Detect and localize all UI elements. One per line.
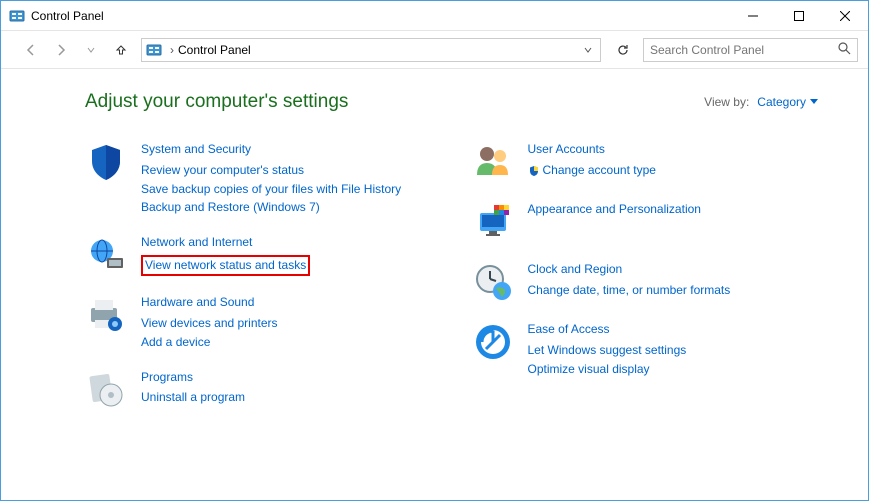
task-link[interactable]: Optimize visual display [528,361,687,378]
task-link[interactable]: Review your computer's status [141,162,401,179]
task-link[interactable]: View devices and printers [141,315,278,332]
task-link[interactable]: Backup and Restore (Windows 7) [141,199,401,216]
category-link[interactable]: Network and Internet [141,234,310,251]
task-link[interactable]: View network status and tasks [145,257,306,274]
chevron-down-icon[interactable] [584,43,592,57]
category-link[interactable]: System and Security [141,141,401,158]
task-link[interactable]: Let Windows suggest settings [528,342,687,359]
control-panel-window: Control Panel › Control Panel [0,0,869,501]
category-link[interactable]: User Accounts [528,141,656,158]
breadcrumb[interactable]: Control Panel [178,43,251,57]
viewby-dropdown[interactable]: Category [757,95,818,109]
people-icon [472,141,514,183]
viewby-label: View by: [704,95,749,109]
search-icon[interactable] [838,42,851,58]
category-hardware-sound: Hardware and Sound View devices and prin… [85,294,432,350]
recent-dropdown[interactable] [79,38,103,62]
titlebar: Control Panel [1,1,868,31]
highlighted-link: View network status and tasks [141,255,310,276]
forward-button[interactable] [49,38,73,62]
monitor-swatch-icon [472,201,514,243]
task-link[interactable]: Add a device [141,334,278,351]
ease-of-access-icon [472,321,514,363]
close-button[interactable] [822,1,868,30]
page-title: Adjust your computer's settings [85,91,704,113]
category-link[interactable]: Ease of Access [528,321,687,338]
category-user-accounts: User Accounts Change account type [472,141,819,183]
search-box[interactable] [643,38,858,62]
category-link[interactable]: Appearance and Personalization [528,201,701,218]
chevron-right-icon[interactable]: › [170,43,174,57]
uac-shield-icon [528,165,540,177]
left-column: System and Security Review your computer… [85,141,432,411]
content-area: Adjust your computer's settings View by:… [1,69,868,500]
category-ease-of-access: Ease of Access Let Windows suggest setti… [472,321,819,377]
category-network-internet: Network and Internet View network status… [85,234,432,276]
control-panel-icon [146,42,162,58]
task-link[interactable]: Save backup copies of your files with Fi… [141,181,401,198]
clock-globe-icon [472,261,514,303]
toolbar: › Control Panel [1,31,868,69]
category-clock-region: Clock and Region Change date, time, or n… [472,261,819,303]
shield-icon [85,141,127,183]
back-button[interactable] [19,38,43,62]
control-panel-icon [9,8,25,24]
minimize-button[interactable] [730,1,776,30]
category-programs: Programs Uninstall a program [85,369,432,411]
category-link[interactable]: Hardware and Sound [141,294,278,311]
disc-box-icon [85,369,127,411]
window-title: Control Panel [31,9,730,23]
maximize-button[interactable] [776,1,822,30]
globe-network-icon [85,234,127,276]
task-link[interactable]: Uninstall a program [141,389,245,406]
task-link[interactable]: Change account type [528,162,656,179]
right-column: User Accounts Change account type Appear… [472,141,819,411]
up-button[interactable] [109,38,133,62]
refresh-button[interactable] [609,38,637,62]
category-system-security: System and Security Review your computer… [85,141,432,216]
search-input[interactable] [650,43,838,57]
category-link[interactable]: Clock and Region [528,261,731,278]
category-link[interactable]: Programs [141,369,245,386]
category-appearance-personalization: Appearance and Personalization [472,201,819,243]
task-link[interactable]: Change date, time, or number formats [528,282,731,299]
printer-icon [85,294,127,336]
address-bar[interactable]: › Control Panel [141,38,601,62]
